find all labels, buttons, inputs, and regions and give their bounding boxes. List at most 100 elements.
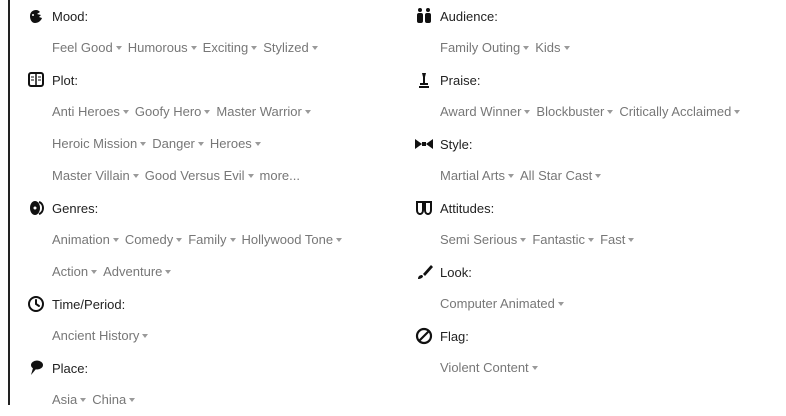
caret-down-icon[interactable] xyxy=(523,45,530,50)
trophy-icon xyxy=(408,64,440,96)
caret-down-icon[interactable] xyxy=(304,109,311,114)
category-header-place: Place: xyxy=(20,352,400,384)
caret-down-icon[interactable] xyxy=(142,333,149,338)
tag-row: Computer Animated xyxy=(408,288,786,320)
category-label-style: Style: xyxy=(440,136,473,152)
caret-down-icon[interactable] xyxy=(628,237,635,242)
tag-attitudes[interactable]: Fantastic xyxy=(532,224,595,256)
tag-audience[interactable]: Family Outing xyxy=(440,32,530,64)
film-reel-icon xyxy=(20,192,52,224)
tag-genres[interactable]: Hollywood Tone xyxy=(242,224,343,256)
caret-down-icon[interactable] xyxy=(531,365,538,370)
tag-label: Exciting xyxy=(202,40,249,55)
tag-plot[interactable]: Goofy Hero xyxy=(134,96,211,128)
category-header-flag: Flag: xyxy=(408,320,786,352)
category-header-audience: Audience: xyxy=(408,0,786,32)
caret-down-icon[interactable] xyxy=(588,237,595,242)
caret-down-icon[interactable] xyxy=(557,301,564,306)
tag-row: Feel Good Humorous Exciting Stylized xyxy=(20,32,400,64)
tag-label: Stylized xyxy=(263,40,309,55)
caret-down-icon[interactable] xyxy=(336,237,343,242)
caret-down-icon[interactable] xyxy=(524,109,531,114)
category-label-plot: Plot: xyxy=(52,72,79,88)
tag-genres[interactable]: Action xyxy=(52,256,98,288)
tag-mood[interactable]: Stylized xyxy=(263,32,318,64)
caret-down-icon[interactable] xyxy=(80,397,87,402)
tag-plot[interactable]: Anti Heroes xyxy=(52,96,129,128)
prohibited-icon xyxy=(408,320,440,352)
tag-place[interactable]: Asia xyxy=(52,384,87,416)
caret-down-icon[interactable] xyxy=(204,109,211,114)
tag-row: Ancient History xyxy=(20,320,400,352)
tag-label: Humorous xyxy=(127,40,188,55)
caret-down-icon[interactable] xyxy=(247,173,254,178)
tag-label: Fantastic xyxy=(532,232,586,247)
tag-attitudes[interactable]: Semi Serious xyxy=(440,224,527,256)
tag-label: Good Versus Evil xyxy=(144,168,245,183)
bowtie-icon xyxy=(408,128,440,160)
caret-down-icon[interactable] xyxy=(563,45,570,50)
category-header-praise: Praise: xyxy=(408,64,786,96)
category-plot: Plot: Anti Heroes Goofy Hero Master Warrior… xyxy=(20,64,400,192)
category-header-style: Style: xyxy=(408,128,786,160)
caret-down-icon[interactable] xyxy=(115,45,122,50)
caret-down-icon[interactable] xyxy=(112,237,119,242)
tag-row: Action Adventure xyxy=(20,256,400,288)
category-praise: Praise: Award Winner Blockbuster Critically… xyxy=(408,64,786,128)
caret-down-icon[interactable] xyxy=(122,109,129,114)
caret-down-icon[interactable] xyxy=(508,173,515,178)
category-header-plot: Plot: xyxy=(20,64,400,96)
tag-look[interactable]: Computer Animated xyxy=(440,288,564,320)
theater-mask-icon xyxy=(408,192,440,224)
caret-down-icon[interactable] xyxy=(165,269,172,274)
caret-down-icon[interactable] xyxy=(129,397,136,402)
tag-style[interactable]: Martial Arts xyxy=(440,160,515,192)
tag-audience[interactable]: Kids xyxy=(535,32,570,64)
tag-mood[interactable]: Humorous xyxy=(128,32,197,64)
caret-down-icon[interactable] xyxy=(132,173,139,178)
caret-down-icon[interactable] xyxy=(734,109,741,114)
tag-style[interactable]: All Star Cast xyxy=(520,160,602,192)
tag-praise[interactable]: Award Winner xyxy=(440,96,531,128)
tag-plot[interactable]: Danger xyxy=(152,128,204,160)
tag-plot[interactable]: Master Villain xyxy=(52,160,139,192)
more-link[interactable]: more... xyxy=(260,168,300,183)
tag-praise[interactable]: Critically Acclaimed xyxy=(619,96,741,128)
tag-mood[interactable]: Exciting xyxy=(203,32,258,64)
category-label-mood: Mood: xyxy=(52,8,89,24)
tag-label: Family xyxy=(188,232,227,247)
tag-plot[interactable]: Master Warrior xyxy=(216,96,311,128)
caret-down-icon[interactable] xyxy=(91,269,98,274)
tag-praise[interactable]: Blockbuster xyxy=(536,96,614,128)
caret-down-icon[interactable] xyxy=(251,45,258,50)
caret-down-icon[interactable] xyxy=(595,173,602,178)
caret-down-icon[interactable] xyxy=(140,141,147,146)
category-style: Style: Martial Arts All Star Cast xyxy=(408,128,786,192)
caret-down-icon[interactable] xyxy=(607,109,614,114)
caret-down-icon[interactable] xyxy=(229,237,236,242)
caret-down-icon[interactable] xyxy=(311,45,318,50)
tag-plot[interactable]: Heroes xyxy=(210,128,261,160)
tag-place[interactable]: China xyxy=(92,384,136,416)
tag-genres[interactable]: Animation xyxy=(52,224,119,256)
category-label-audience: Audience: xyxy=(440,8,498,24)
tag-genres[interactable]: Family xyxy=(188,224,236,256)
caret-down-icon[interactable] xyxy=(520,237,527,242)
tag-mood[interactable]: Feel Good xyxy=(52,32,122,64)
tag-time-period[interactable]: Ancient History xyxy=(52,320,149,352)
caret-down-icon[interactable] xyxy=(176,237,183,242)
tag-row: Violent Content xyxy=(408,352,786,384)
tag-plot[interactable]: Good Versus Evil xyxy=(145,160,254,192)
tag-flag[interactable]: Violent Content xyxy=(440,352,538,384)
tag-row: Heroic Mission Danger Heroes xyxy=(20,128,400,160)
tag-plot[interactable]: Heroic Mission xyxy=(52,128,147,160)
category-flag: Flag: Violent Content xyxy=(408,320,786,384)
tag-attitudes[interactable]: Fast xyxy=(600,224,635,256)
tag-genres[interactable]: Comedy xyxy=(125,224,183,256)
tag-label: Goofy Hero xyxy=(134,104,202,119)
caret-down-icon[interactable] xyxy=(197,141,204,146)
caret-down-icon[interactable] xyxy=(254,141,261,146)
caret-down-icon[interactable] xyxy=(190,45,197,50)
tag-row: Animation Comedy Family Hollywood Tone xyxy=(20,224,400,256)
tag-genres[interactable]: Adventure xyxy=(103,256,172,288)
